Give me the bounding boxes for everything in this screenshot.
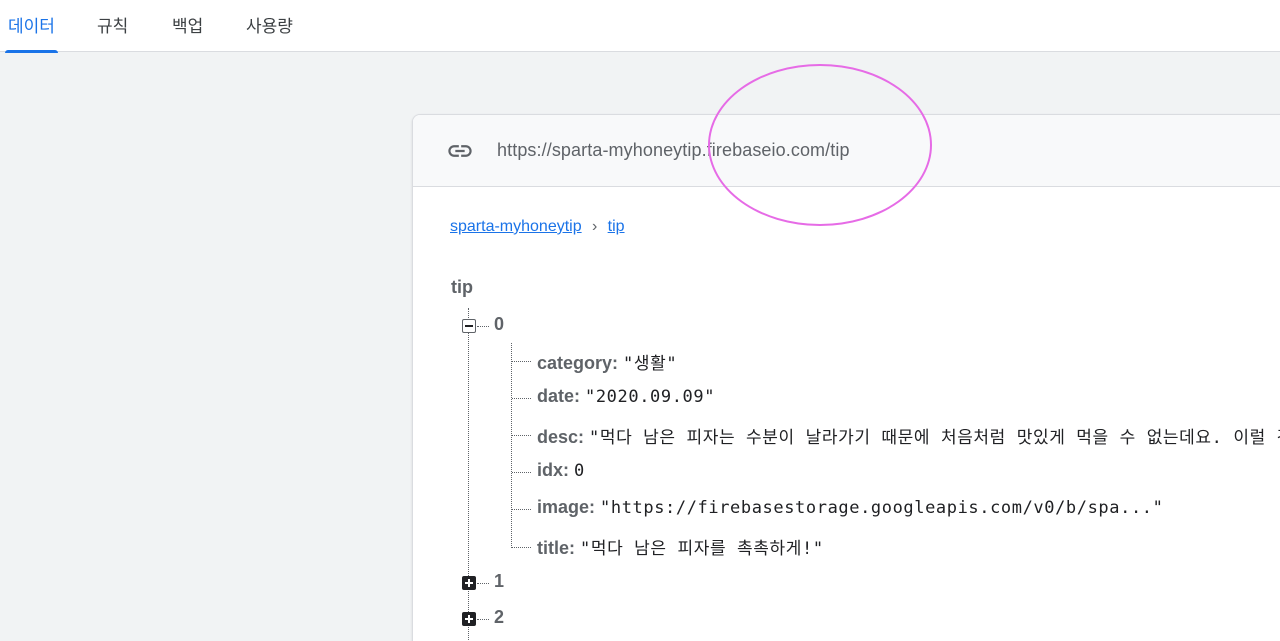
- tree-leaf-title[interactable]: title: "먹다 남은 피자를 촉촉하게!": [537, 534, 824, 559]
- breadcrumb: sparta-myhoneytip › tip: [450, 218, 625, 236]
- chevron-right-icon: ›: [591, 218, 598, 235]
- tree-connector: [512, 398, 531, 399]
- tree-connector: [477, 326, 489, 327]
- tree-connector: [477, 583, 489, 584]
- leaf-key: category: [537, 353, 613, 373]
- tree-node-2[interactable]: 2: [494, 607, 504, 628]
- node-key: 1: [494, 571, 505, 591]
- url-bar: https://sparta-myhoneytip.firebaseio.com…: [413, 115, 1280, 187]
- leaf-value: "생활": [623, 354, 678, 374]
- tree-leaf-category[interactable]: category: "생활": [537, 349, 677, 374]
- tree-connector: [512, 547, 531, 548]
- tree-root-key[interactable]: tip: [451, 277, 473, 298]
- tree-leaf-desc[interactable]: desc: "먹다 남은 피자는 수분이 날라가기 때문에 처음처럼 맛있게 먹…: [537, 423, 1280, 448]
- tree-guide-line: [468, 308, 469, 641]
- leaf-value: 0: [574, 461, 585, 481]
- tree-connector: [512, 435, 531, 436]
- collapse-icon[interactable]: [462, 319, 476, 333]
- leaf-value: "먹다 남은 피자를 촉촉하게!": [580, 539, 824, 559]
- leaf-key: image: [537, 497, 590, 517]
- expand-icon[interactable]: [462, 576, 476, 590]
- tree-connector: [512, 509, 531, 510]
- tab-data[interactable]: 데이터: [5, 0, 58, 53]
- breadcrumb-root[interactable]: sparta-myhoneytip: [450, 218, 582, 235]
- tree-guide-line: [511, 343, 512, 548]
- tree-leaf-idx[interactable]: idx: 0: [537, 460, 585, 481]
- tree-connector: [512, 361, 531, 362]
- tab-backup[interactable]: 백업: [172, 0, 203, 52]
- tab-usage[interactable]: 사용량: [246, 0, 293, 52]
- tab-rules[interactable]: 규칙: [97, 0, 128, 52]
- tree-connector: [477, 619, 489, 620]
- tree-leaf-date[interactable]: date: "2020.09.09": [537, 386, 715, 407]
- tab-bar: 데이터 규칙 백업 사용량: [0, 0, 1280, 53]
- leaf-key: date: [537, 386, 575, 406]
- tree-node-0[interactable]: 0: [494, 314, 504, 335]
- leaf-value: "2020.09.09": [585, 387, 716, 407]
- leaf-key: title: [537, 538, 570, 558]
- leaf-key: idx: [537, 460, 564, 480]
- leaf-key: desc: [537, 427, 579, 447]
- node-key: 2: [494, 607, 505, 627]
- leaf-value: "https://firebasestorage.googleapis.com/…: [600, 498, 1164, 518]
- tree-connector: [512, 472, 531, 473]
- leaf-value: "먹다 남은 피자는 수분이 날라가기 때문에 처음처럼 맛있게 먹을 수 없는…: [589, 428, 1280, 448]
- expand-icon[interactable]: [462, 612, 476, 626]
- link-icon[interactable]: [445, 137, 475, 165]
- database-url[interactable]: https://sparta-myhoneytip.firebaseio.com…: [497, 140, 850, 161]
- tree-node-1[interactable]: 1: [494, 571, 504, 592]
- database-panel: https://sparta-myhoneytip.firebaseio.com…: [412, 114, 1280, 641]
- node-key: 0: [494, 314, 505, 334]
- tree-leaf-image[interactable]: image: "https://firebasestorage.googleap…: [537, 497, 1163, 518]
- breadcrumb-tip[interactable]: tip: [608, 218, 625, 235]
